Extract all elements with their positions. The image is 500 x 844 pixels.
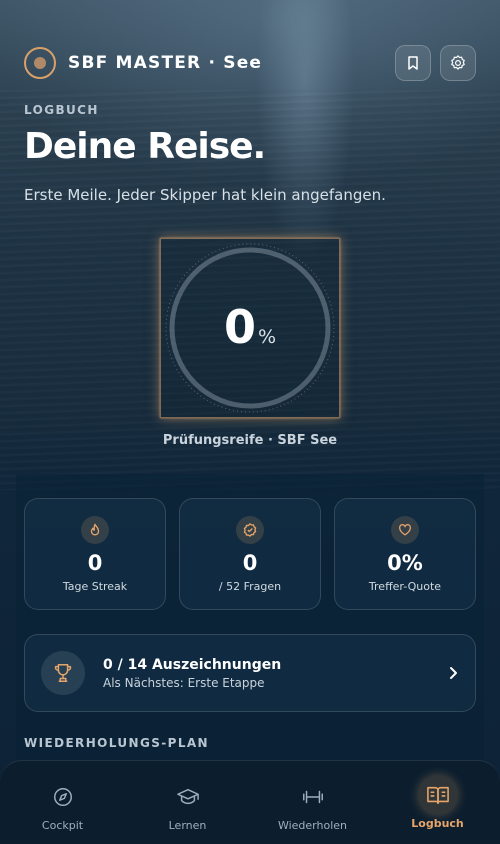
chevron-right-icon: [450, 667, 457, 679]
bottom-nav: Cockpit Lernen Wiederholen Logbuch: [0, 760, 500, 844]
stat-label: Treffer-Quote: [368, 580, 442, 593]
stat-card-questions[interactable]: 0 / 52 Fragen: [179, 498, 321, 610]
compass-icon: [45, 779, 81, 815]
stat-value: 0%: [387, 551, 423, 575]
progress-value: 0%: [160, 300, 340, 354]
tab-lernen[interactable]: Lernen: [125, 761, 250, 844]
tab-label: Lernen: [168, 819, 207, 832]
progress-number: 0: [223, 300, 256, 354]
heart-icon: [391, 516, 419, 544]
settings-button[interactable]: [440, 45, 476, 81]
tab-label: Cockpit: [41, 819, 84, 832]
page-title: Deine Reise.: [24, 126, 266, 167]
tab-label: Wiederholen: [277, 819, 348, 832]
stat-label: Tage Streak: [62, 580, 128, 593]
app-brand: SBF MASTER · See: [68, 53, 263, 73]
progress-ring: 0%: [160, 238, 340, 418]
graduation-cap-icon: [170, 779, 206, 815]
bookmark-icon: [408, 56, 418, 70]
gear-icon: [451, 55, 465, 70]
tab-cockpit[interactable]: Cockpit: [0, 761, 125, 844]
tab-logbuch[interactable]: Logbuch: [375, 761, 500, 844]
flame-icon: [81, 516, 109, 544]
stats-row: 0 Tage Streak 0 / 52 Fragen 0% Treffer-Q…: [24, 498, 476, 610]
stat-card-accuracy[interactable]: 0% Treffer-Quote: [334, 498, 476, 610]
bookmark-button[interactable]: [395, 45, 431, 81]
progress-caption: Prüfungsreife · SBF See: [162, 433, 338, 448]
stat-value: 0: [87, 551, 103, 575]
app-header: SBF MASTER · See: [24, 45, 476, 81]
achievements-card[interactable]: 0 / 14 Auszeichnungen Als Nächstes: Erst…: [24, 634, 476, 712]
tab-wiederholen[interactable]: Wiederholen: [250, 761, 375, 844]
achievements-text: 0 / 14 Auszeichnungen Als Nächstes: Erst…: [103, 657, 281, 690]
open-book-icon: [417, 775, 458, 815]
review-plan-heading: WIEDERHOLUNGS-PLAN: [24, 736, 209, 750]
achievements-title: 0 / 14 Auszeichnungen: [103, 656, 282, 673]
compass-logo-icon: [24, 47, 56, 79]
trophy-icon: [41, 651, 85, 695]
achievements-subtitle: Als Nächstes: Erste Etappe: [103, 675, 265, 690]
tab-label: Logbuch: [411, 817, 464, 830]
stat-card-streak[interactable]: 0 Tage Streak: [24, 498, 166, 610]
page-subtitle: Erste Meile. Jeder Skipper hat klein ang…: [24, 186, 386, 204]
dumbbell-icon: [295, 779, 331, 815]
progress-unit: %: [257, 326, 277, 348]
check-badge-icon: [236, 516, 264, 544]
stat-value: 0: [242, 551, 258, 575]
header-actions: [395, 45, 476, 81]
section-eyebrow: LOGBUCH: [24, 103, 99, 117]
stat-label: / 52 Fragen: [218, 580, 282, 593]
